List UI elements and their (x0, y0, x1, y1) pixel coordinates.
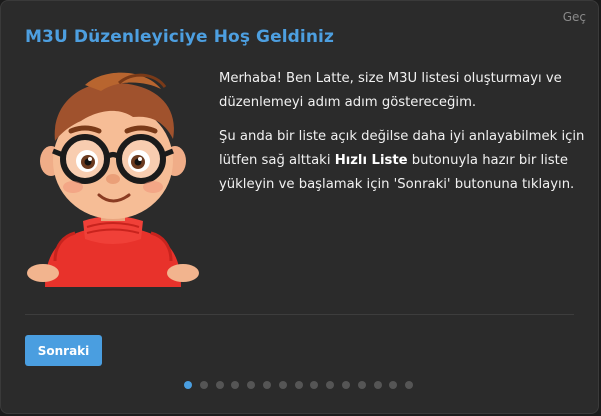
dialog-title: M3U Düzenleyiciye Hoş Geldiniz (25, 27, 334, 47)
footer-divider (25, 314, 574, 315)
pagination-dot[interactable] (326, 381, 335, 389)
pagination-dot[interactable] (199, 381, 208, 389)
pagination-dot[interactable] (294, 381, 303, 389)
step-pagination (184, 381, 414, 389)
pagination-dot[interactable] (215, 381, 224, 389)
pagination-dot[interactable] (310, 381, 319, 389)
pagination-dot[interactable] (247, 381, 256, 389)
pagination-dot[interactable] (373, 381, 382, 389)
mascot-icon (27, 72, 199, 287)
pagination-dot[interactable] (262, 381, 271, 389)
pagination-dot[interactable] (405, 381, 414, 389)
pagination-dot[interactable] (231, 381, 240, 389)
pagination-dot[interactable] (278, 381, 287, 389)
next-button[interactable]: Sonraki (25, 335, 102, 366)
pagination-dot[interactable] (389, 381, 398, 389)
pagination-dot[interactable] (357, 381, 366, 389)
skip-link[interactable]: Geç (563, 10, 586, 24)
welcome-tour-dialog: Geç M3U Düzenleyiciye Hoş Geldiniz Merha… (0, 0, 599, 414)
quick-list-highlight: Hızlı Liste (334, 153, 408, 168)
instruction-paragraph: Şu anda bir liste açık değilse daha iyi … (219, 125, 589, 197)
intro-paragraph: Merhaba! Ben Latte, size M3U listesi olu… (219, 71, 562, 110)
pagination-dot[interactable] (341, 381, 350, 389)
pagination-dot[interactable] (184, 381, 192, 389)
dialog-body: Merhaba! Ben Latte, size M3U listesi olu… (219, 67, 589, 207)
